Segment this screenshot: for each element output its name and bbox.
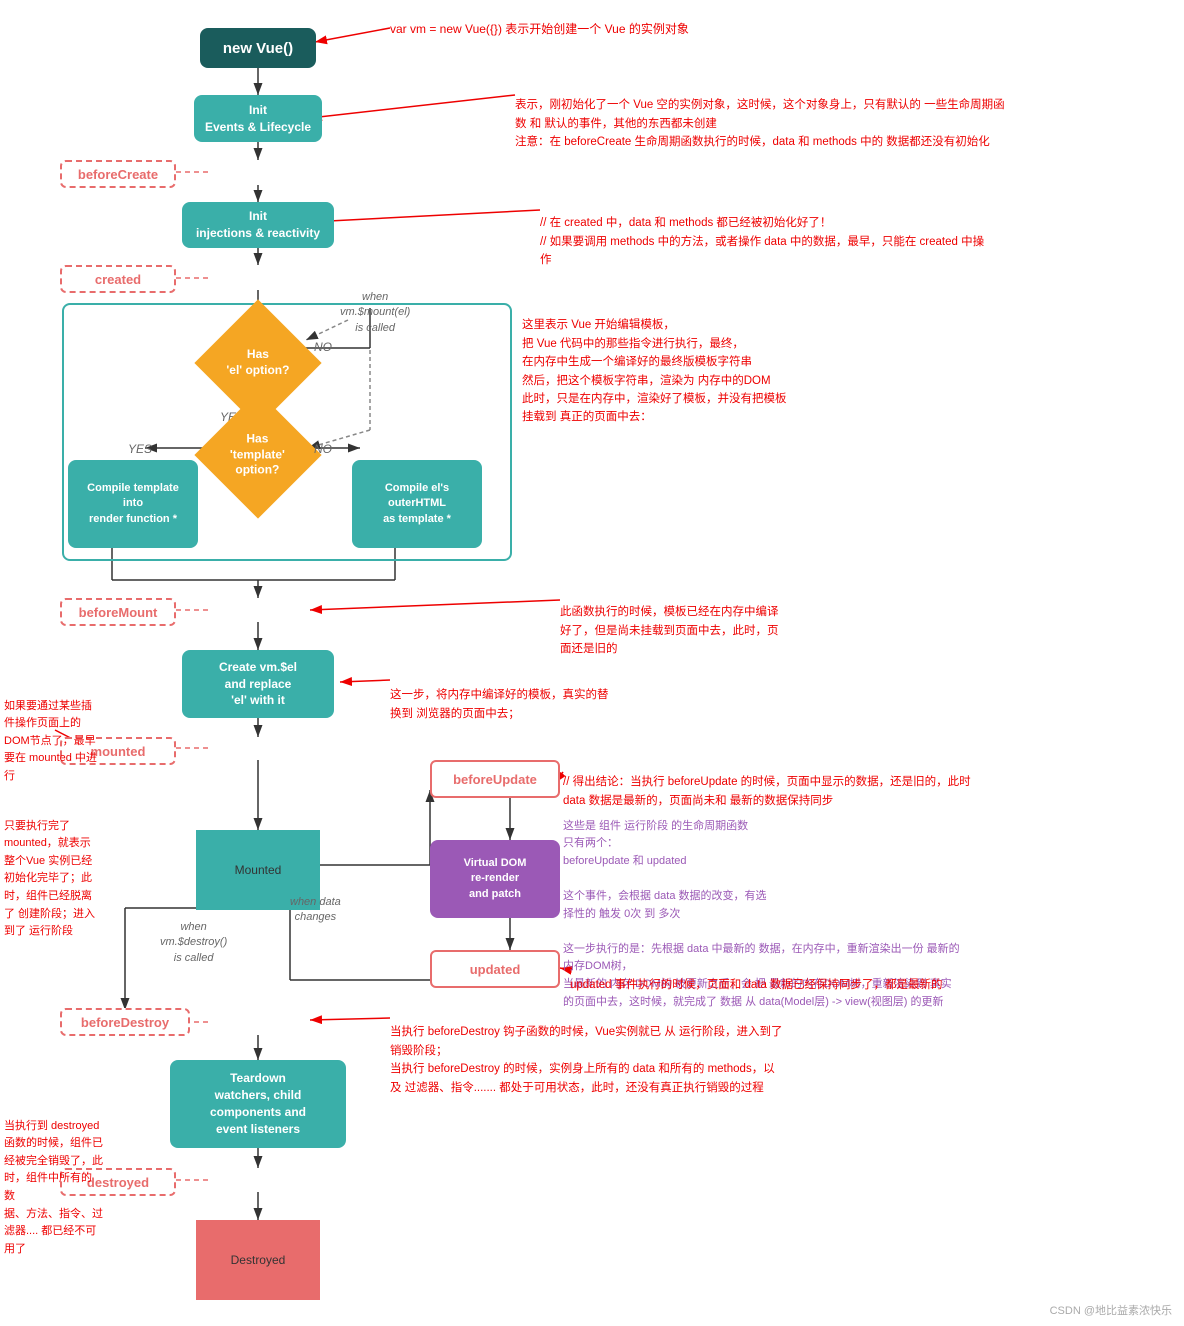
destroyed-circle-label: Destroyed <box>231 1253 286 1267</box>
updated-annotation: updated 事件执行的时候，页面和 data 数据已经保持同步了，都是最新的 <box>570 958 943 995</box>
has-template-label: Has'template'option? <box>230 432 285 479</box>
yes-label-template: YES <box>128 442 152 456</box>
destroyed-circle: Destroyed <box>196 1220 320 1300</box>
compile-template-label: Compile template into render function * <box>83 477 183 531</box>
no-label-el: NO <box>314 340 332 354</box>
has-el-no-annotation: 这里表示 Vue 开始编辑模板， 把 Vue 代码中的那些指令进行执行，最终， … <box>522 298 787 427</box>
before-destroy-annotation: 当执行 beforeDestroy 钩子函数的时候，Vue实例就已 从 运行阶段… <box>390 1005 783 1097</box>
before-create-label: beforeCreate <box>78 167 158 182</box>
compile-el-box: Compile el's outerHTML as template * <box>352 460 482 548</box>
before-destroy-box: beforeDestroy <box>60 1008 190 1036</box>
when-data-changes-label: when datachanges <box>290 895 341 926</box>
compile-el-label: Compile el's outerHTML as template * <box>379 477 455 531</box>
new-vue-annotation: var vm = new Vue({}) 表示开始创建一个 Vue 的实例对象 <box>390 20 689 39</box>
updated-label: updated <box>470 962 521 977</box>
mounted-circle-label: Mounted <box>235 863 282 877</box>
new-vue-label: new Vue() <box>223 38 293 59</box>
before-mount-box: beforeMount <box>60 598 176 626</box>
teardown-box: Teardown watchers, child components and … <box>170 1060 346 1148</box>
diagram-container: new Vue() Init Events & Lifecycle before… <box>0 0 1184 1326</box>
create-vm-annotation: 这一步，将内存中编译好的模板，真实的替 换到 浏览器的页面中去； <box>390 668 609 723</box>
updated-box: updated <box>430 950 560 988</box>
has-el-label: Has'el' option? <box>226 347 289 378</box>
vdom-box: Virtual DOM re-render and patch <box>430 840 560 918</box>
created-annotation: // 在 created 中，data 和 methods 都已经被初始化好了！… <box>540 196 990 270</box>
destroyed-left-annotation: 当执行到 destroyed 函数的时候，组件已 经被完全销毁了，此时，组件中所… <box>4 1100 104 1258</box>
teardown-label: Teardown watchers, child components and … <box>210 1070 306 1137</box>
before-update-box: beforeUpdate <box>430 760 560 798</box>
before-update-label: beforeUpdate <box>453 772 537 787</box>
init-events-box: Init Events & Lifecycle <box>194 95 322 142</box>
created-label: created <box>95 272 141 287</box>
create-vm-box: Create vm.$el and replace 'el' with it <box>182 650 334 718</box>
compile-template-box: Compile template into render function * <box>68 460 198 548</box>
create-vm-label: Create vm.$el and replace 'el' with it <box>219 659 297 709</box>
init-injections-box: Init injections & reactivity <box>182 202 334 248</box>
watermark: CSDN @地比益素浓快乐 <box>1050 1302 1172 1318</box>
mounted-note: 只要执行完了 mounted，就表示 整个Vue 实例已经初始化完毕了；此时，组… <box>4 800 99 941</box>
before-mount-label: beforeMount <box>79 605 158 620</box>
init-events-annotation: 表示，刚初始化了一个 Vue 空的实例对象，这时候，这个对象身上，只有默认的 一… <box>515 78 1015 152</box>
no-label-template: NO <box>314 442 332 456</box>
before-create-box: beforeCreate <box>60 160 176 188</box>
init-injections-label: Init injections & reactivity <box>196 208 320 242</box>
new-vue-box: new Vue() <box>200 28 316 68</box>
before-mount-annotation: 此函数执行的时候，模板已经在内存中编译 好了，但是尚未挂载到页面中去，此时，页 … <box>560 585 779 659</box>
created-box: created <box>60 265 176 293</box>
vdom-label: Virtual DOM re-render and patch <box>464 856 527 902</box>
init-events-label: Init Events & Lifecycle <box>205 102 311 136</box>
when-destroy-label: whenvm.$destroy()is called <box>160 920 227 966</box>
when-mount-label: whenvm.$mount(el)is called <box>340 290 410 336</box>
mounted-left-annotation: 如果要通过某些插件操作页面上的DOM节点了，最早要在 mounted 中进行 <box>4 680 99 786</box>
before-destroy-label: beforeDestroy <box>81 1015 169 1030</box>
